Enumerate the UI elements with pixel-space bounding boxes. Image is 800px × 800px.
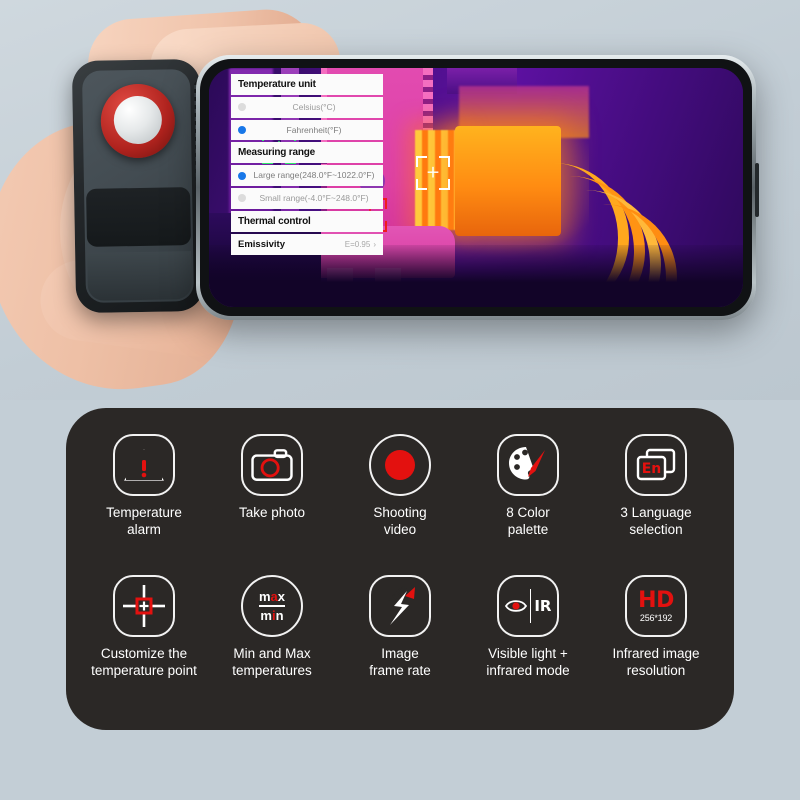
camera-icon bbox=[241, 434, 303, 496]
feature-highlights-card: Temperature alarm Take photo Shooting vide… bbox=[66, 408, 734, 730]
feature-label: Image frame rate bbox=[369, 646, 431, 678]
feature-label: Temperature alarm bbox=[106, 505, 182, 537]
radio-celsius[interactable] bbox=[238, 103, 246, 112]
max-text: max bbox=[258, 588, 286, 604]
eye-ir-icon: IR bbox=[497, 575, 559, 637]
option-celsius[interactable]: Celsius(°C) bbox=[231, 97, 383, 118]
feature-label: Infrared image resolution bbox=[612, 646, 700, 678]
chevron-right-icon: › bbox=[373, 239, 376, 249]
product-hero-scene: + + + Temperature unit bbox=[0, 0, 800, 400]
palette-icon bbox=[497, 434, 559, 496]
smartphone: + + + Temperature unit bbox=[196, 55, 759, 320]
option-celsius-label: Celsius(°C) bbox=[292, 102, 336, 112]
feature-language-selection[interactable]: En 3 Language selection bbox=[592, 434, 720, 571]
feature-label: 8 Color palette bbox=[506, 505, 550, 537]
option-fahrenheit[interactable]: Fahrenheit(°F) bbox=[231, 119, 383, 141]
feature-custom-temperature-point[interactable]: Customize the temperature point bbox=[80, 575, 208, 712]
feature-label: Shooting video bbox=[373, 505, 427, 537]
feature-infrared-resolution[interactable]: HD 256*192 Infrared image resolution bbox=[592, 575, 720, 712]
feature-image-frame-rate[interactable]: 25Hz Image frame rate bbox=[336, 575, 464, 712]
feature-label: Min and Max temperatures bbox=[232, 646, 312, 678]
radio-fahrenheit[interactable] bbox=[238, 125, 246, 134]
lightning-25hz-icon: 25Hz bbox=[369, 575, 431, 637]
min-text: min bbox=[260, 607, 284, 623]
option-small-range[interactable]: Small range(-4.0°F~248.0°F) bbox=[231, 187, 383, 209]
language-en-icon: En bbox=[625, 434, 687, 496]
resolution-text: 256*192 bbox=[639, 612, 673, 623]
row-emissivity[interactable]: Emissivity E=0.95 › bbox=[231, 233, 383, 255]
emissivity-value-group: E=0.95 › bbox=[345, 240, 376, 249]
feature-shooting-video[interactable]: Shooting video bbox=[336, 434, 464, 571]
device-base bbox=[87, 251, 192, 301]
option-small-range-label: Small range(-4.0°F~248.0°F) bbox=[259, 192, 369, 203]
lens-glass bbox=[113, 95, 163, 145]
phone-screen[interactable]: + + + Temperature unit bbox=[209, 68, 743, 307]
feature-label: Take photo bbox=[238, 505, 306, 520]
hd-text: HD bbox=[638, 587, 674, 613]
feature-label: Customize the temperature point bbox=[91, 646, 197, 678]
feature-min-max-temperatures[interactable]: max min Min and Max temperatures bbox=[208, 575, 336, 712]
phone-bezel: + + + Temperature unit bbox=[200, 59, 752, 316]
option-large-range[interactable]: Large range(248.0°F~1022.0°F) bbox=[231, 165, 383, 186]
feature-color-palette[interactable]: 8 Color palette bbox=[464, 434, 592, 571]
section-header-temperature-unit: Temperature unit bbox=[231, 74, 383, 95]
section-header-measuring-range: Measuring range bbox=[231, 142, 383, 164]
center-point-marker[interactable]: + bbox=[416, 156, 450, 190]
hd-resolution-icon: HD 256*192 bbox=[625, 575, 687, 637]
device-band bbox=[86, 187, 192, 247]
max-min-icon: max min bbox=[241, 575, 303, 637]
section-header-thermal-control: Thermal control bbox=[231, 210, 383, 232]
option-fahrenheit-label: Fahrenheit(°F) bbox=[286, 124, 342, 135]
settings-panel[interactable]: Temperature unit Celsius(°C) Fahrenheit(… bbox=[231, 74, 383, 255]
feature-label: 3 Language selection bbox=[620, 505, 692, 537]
feature-visible-infrared-mode[interactable]: IR Visible light + infrared mode bbox=[464, 575, 592, 712]
radio-small-range[interactable] bbox=[238, 194, 246, 203]
radio-large-range[interactable] bbox=[238, 171, 246, 180]
emissivity-label: Emissivity bbox=[238, 238, 285, 250]
phone-side-button[interactable] bbox=[755, 163, 759, 217]
record-dot-icon bbox=[369, 434, 431, 496]
thermal-camera-device bbox=[71, 58, 207, 314]
option-large-range-label: Large range(248.0°F~1022.0°F) bbox=[253, 170, 375, 181]
warning-triangle-icon bbox=[113, 434, 175, 496]
feature-take-photo[interactable]: Take photo bbox=[208, 434, 336, 571]
emissivity-value: E=0.95 bbox=[344, 239, 371, 249]
feature-temperature-alarm[interactable]: Temperature alarm bbox=[80, 434, 208, 571]
ir-text: IR bbox=[534, 597, 552, 615]
crosshair-icon bbox=[113, 575, 175, 637]
language-icon-text: En bbox=[642, 461, 662, 477]
feature-grid: Temperature alarm Take photo Shooting vide… bbox=[66, 408, 734, 730]
feature-label: Visible light + infrared mode bbox=[486, 646, 570, 678]
center-point-glyph: + bbox=[425, 162, 441, 183]
